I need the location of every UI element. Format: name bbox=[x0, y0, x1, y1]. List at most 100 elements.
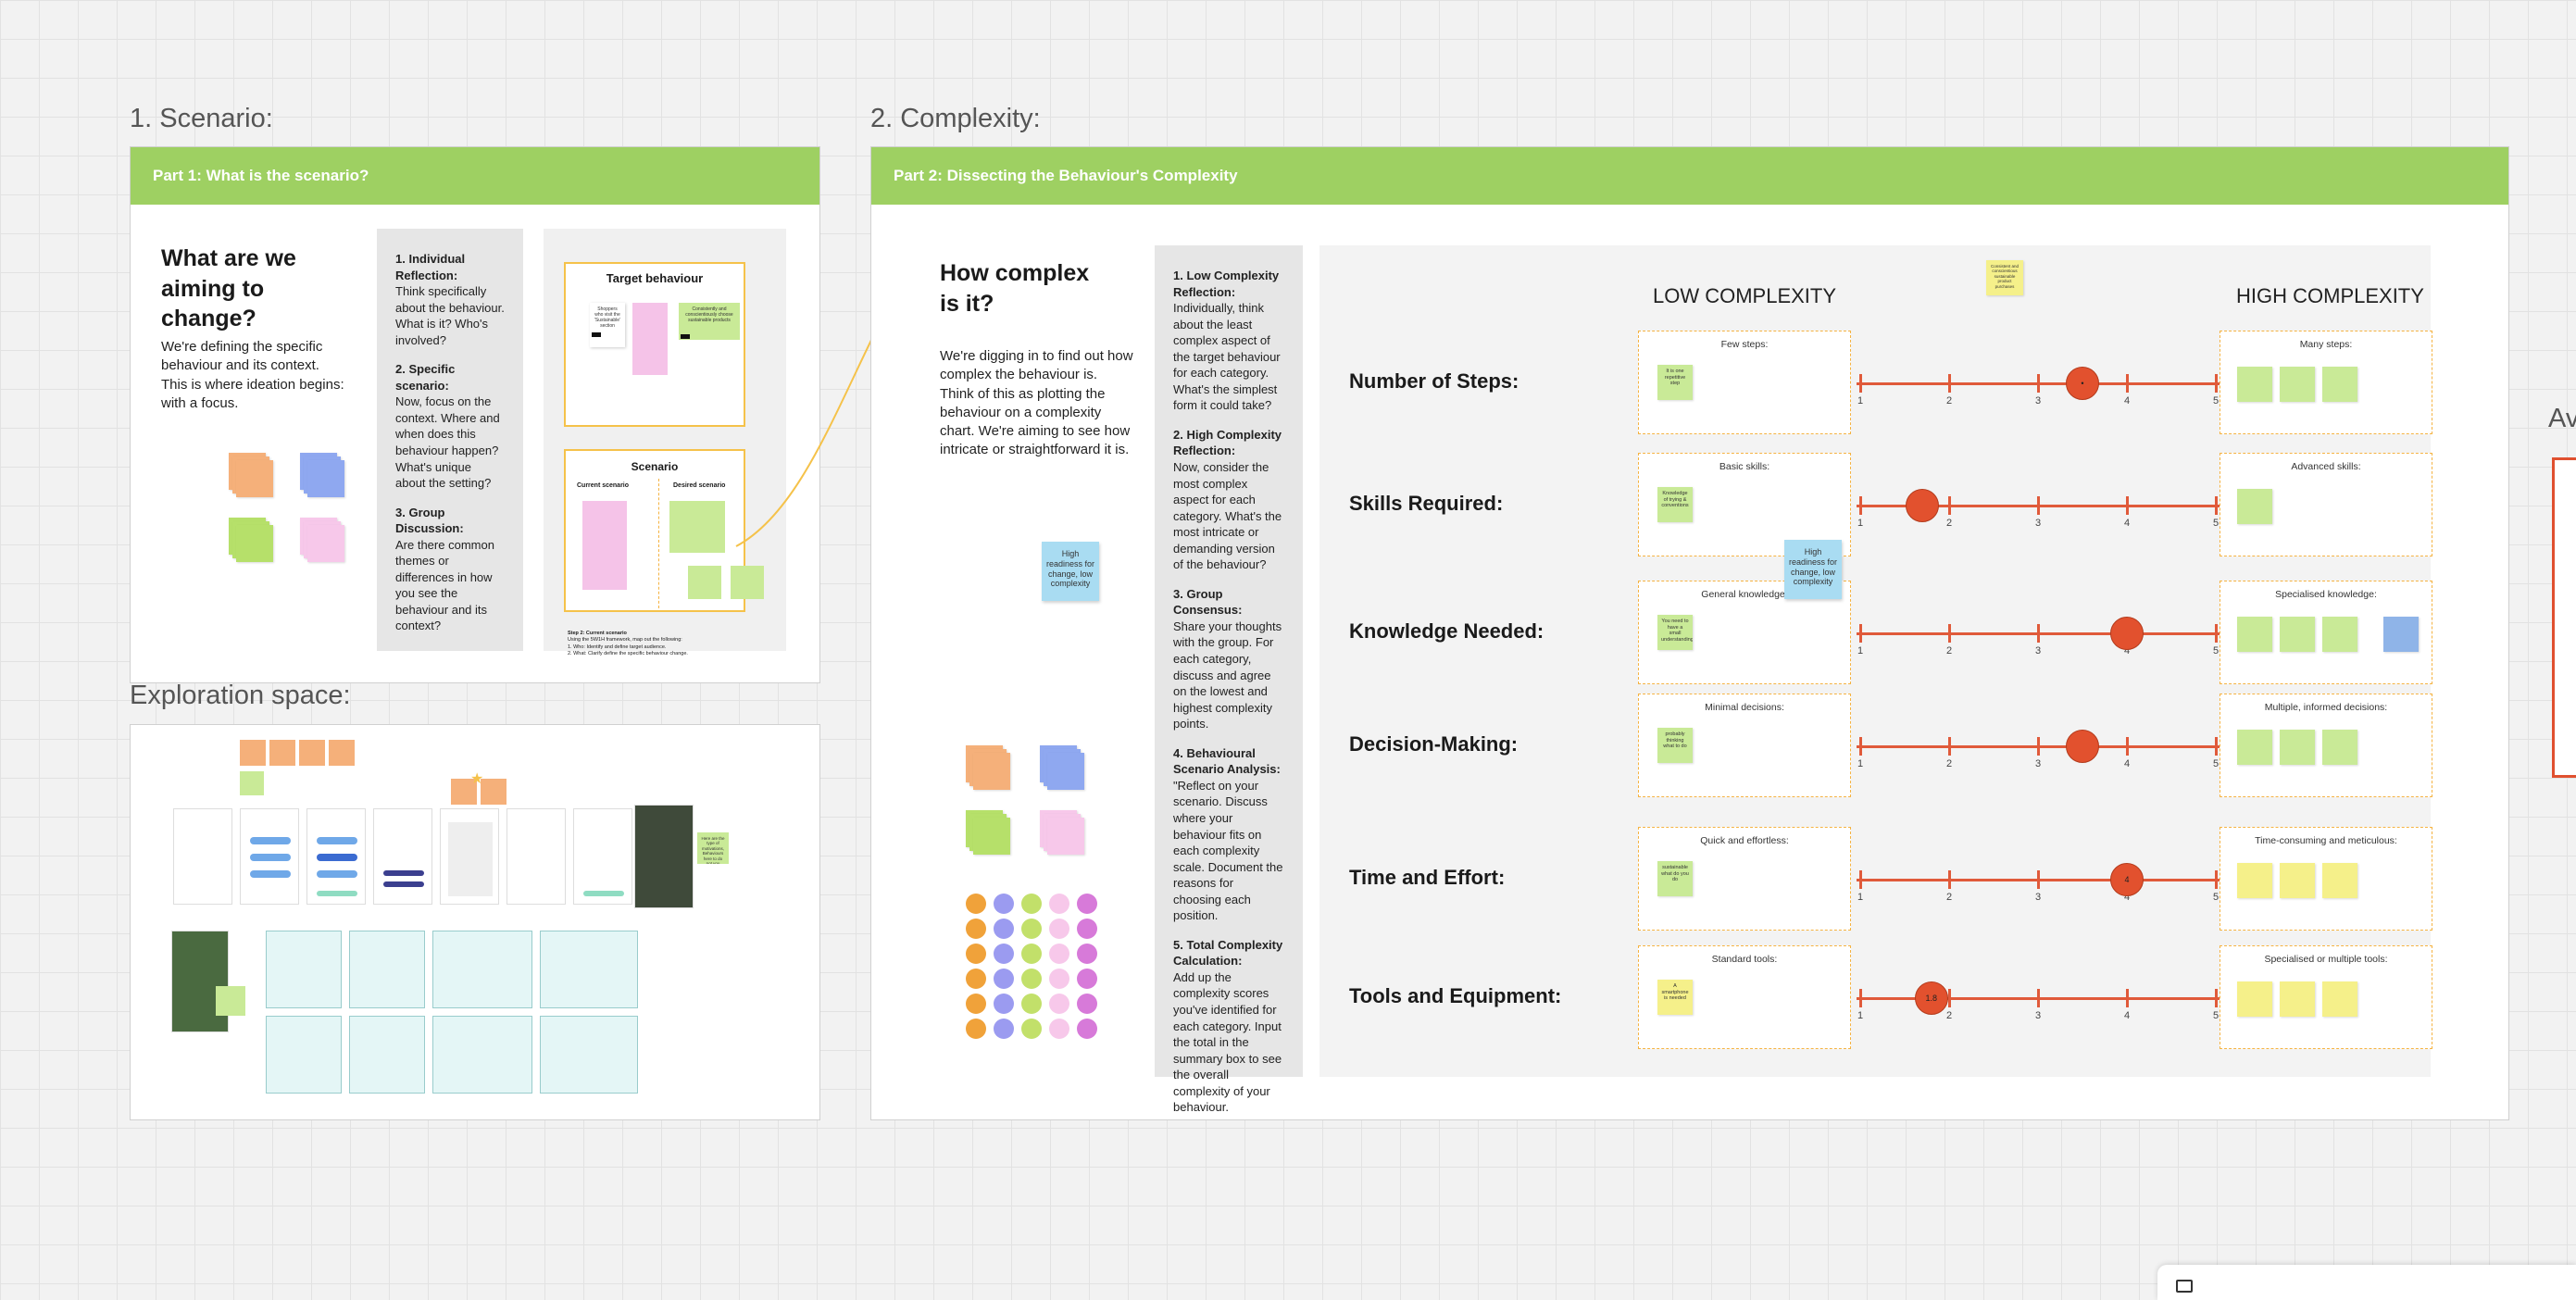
high-note[interactable] bbox=[2237, 367, 2272, 402]
high-note[interactable] bbox=[2237, 617, 2272, 652]
low-note[interactable]: Knowledge of trying & conventions bbox=[1657, 487, 1693, 522]
green-sticky[interactable] bbox=[216, 986, 245, 1016]
target-behaviour-box[interactable]: Target behaviour Shoppers who visit the … bbox=[564, 262, 745, 427]
high-note[interactable] bbox=[2280, 617, 2315, 652]
low-note[interactable]: You need to have a small understanding bbox=[1657, 615, 1693, 650]
text-card[interactable] bbox=[349, 1016, 425, 1094]
orange-sticky[interactable] bbox=[329, 740, 355, 766]
text-card[interactable] bbox=[540, 931, 638, 1008]
desired-green-note[interactable] bbox=[669, 501, 725, 553]
high-note[interactable] bbox=[2322, 367, 2357, 402]
green-sticky[interactable] bbox=[240, 771, 264, 795]
blue-note-readiness-2[interactable]: High readiness for change, low complexit… bbox=[1784, 540, 1842, 599]
scale-tick bbox=[1948, 624, 1951, 643]
high-note[interactable] bbox=[2237, 730, 2272, 765]
high-note[interactable] bbox=[2322, 617, 2357, 652]
orange-sticky[interactable] bbox=[269, 740, 295, 766]
pink-lined-note[interactable] bbox=[632, 303, 668, 375]
pink-sticky-stack[interactable] bbox=[300, 518, 356, 573]
current-pink-note[interactable] bbox=[582, 501, 627, 590]
high-note[interactable] bbox=[2322, 981, 2357, 1017]
high-note[interactable] bbox=[2280, 981, 2315, 1017]
black-label bbox=[592, 332, 601, 337]
high-complexity-box[interactable]: Many steps: bbox=[2220, 331, 2432, 434]
text-card[interactable] bbox=[266, 1016, 342, 1094]
score-marker[interactable]: 4 bbox=[2110, 863, 2144, 896]
orange-sticky[interactable] bbox=[240, 740, 266, 766]
target-note-pink[interactable]: Shoppers who visit the 'Sustainable' sec… bbox=[590, 303, 625, 347]
scale-tick bbox=[2215, 870, 2218, 889]
pink-sticky-stack[interactable] bbox=[1040, 810, 1095, 866]
high-note[interactable] bbox=[2280, 863, 2315, 898]
voting-dots[interactable] bbox=[966, 894, 1105, 1042]
bottom-toolbar[interactable] bbox=[2157, 1265, 2576, 1300]
high-note[interactable] bbox=[2280, 730, 2315, 765]
scale-tick bbox=[2037, 624, 2040, 643]
top-note[interactable]: Consistent and conscientious sustainable… bbox=[1986, 260, 2023, 295]
text-card[interactable] bbox=[349, 931, 425, 1008]
low-note[interactable]: It is one repetitive step bbox=[1657, 365, 1693, 400]
orange-sticky-stack[interactable] bbox=[966, 745, 1021, 801]
low-complexity-box[interactable]: Quick and effortless: sustainable what do… bbox=[1638, 827, 1851, 931]
photo-thumbnail[interactable] bbox=[171, 931, 229, 1032]
high-note[interactable] bbox=[2322, 863, 2357, 898]
high-note-blue[interactable] bbox=[2383, 617, 2419, 652]
text-card[interactable] bbox=[432, 1016, 532, 1094]
orange-sticky[interactable] bbox=[481, 779, 506, 805]
scale-tick bbox=[2126, 496, 2129, 515]
score-marker[interactable]: • bbox=[2066, 367, 2099, 400]
thumbnail[interactable] bbox=[506, 808, 566, 905]
exploration-frame[interactable]: ★ Here are the type of motivations, Beha… bbox=[130, 724, 820, 1120]
low-note[interactable]: probably thinking what to do bbox=[1657, 728, 1693, 763]
desired-green-note-small[interactable] bbox=[688, 566, 721, 599]
thumbnail[interactable] bbox=[240, 808, 299, 905]
text-card[interactable] bbox=[432, 931, 532, 1008]
high-note[interactable] bbox=[2280, 367, 2315, 402]
high-note[interactable] bbox=[2322, 730, 2357, 765]
scenario-box[interactable]: Scenario Current scenario Desired scenar… bbox=[564, 449, 764, 612]
calendar-icon[interactable] bbox=[2176, 1280, 2193, 1293]
thumbnail[interactable] bbox=[173, 808, 232, 905]
low-complexity-box[interactable]: Standard tools: A smartphone is needed bbox=[1638, 945, 1851, 1049]
scenario-frame[interactable]: Part 1: What is the scenario? What are w… bbox=[130, 146, 820, 683]
high-complexity-box[interactable]: Advanced skills: bbox=[2220, 453, 2432, 556]
low-complexity-box[interactable]: Minimal decisions: probably thinking what… bbox=[1638, 694, 1851, 797]
blue-note-readiness[interactable]: High readiness for change, low complexit… bbox=[1042, 542, 1099, 601]
next-frame-peek[interactable] bbox=[2552, 457, 2576, 778]
high-complexity-box[interactable]: Specialised or multiple tools: bbox=[2220, 945, 2432, 1049]
score-marker[interactable] bbox=[2110, 617, 2144, 650]
thumbnail[interactable] bbox=[573, 808, 632, 905]
photo-thumbnail[interactable] bbox=[634, 805, 694, 908]
score-marker[interactable] bbox=[2066, 730, 2099, 763]
complexity-chart[interactable]: Consistent and conscientious sustainable… bbox=[1319, 245, 2432, 1077]
green-sticky-stack[interactable] bbox=[966, 810, 1021, 866]
thumbnail[interactable] bbox=[440, 808, 499, 905]
exploration-note[interactable]: Here are the type of motivations, Behavi… bbox=[697, 832, 729, 864]
complexity-frame[interactable]: Part 2: Dissecting the Behaviour's Compl… bbox=[870, 146, 2509, 1120]
low-note[interactable]: A smartphone is needed bbox=[1657, 980, 1693, 1015]
desired-green-note-small[interactable] bbox=[731, 566, 764, 599]
orange-sticky-stack[interactable] bbox=[229, 453, 284, 508]
orange-sticky[interactable] bbox=[299, 740, 325, 766]
thumbnail[interactable] bbox=[306, 808, 366, 905]
high-note[interactable] bbox=[2237, 863, 2272, 898]
score-marker[interactable] bbox=[1906, 489, 1940, 522]
high-complexity-box[interactable]: Multiple, informed decisions: bbox=[2220, 694, 2432, 797]
text-card[interactable] bbox=[540, 1016, 638, 1094]
high-complexity-box[interactable]: Specialised knowledge: bbox=[2220, 581, 2432, 684]
low-note[interactable]: sustainable what do you do bbox=[1657, 861, 1693, 896]
green-sticky-stack[interactable] bbox=[229, 518, 284, 573]
blue-sticky-stack[interactable] bbox=[300, 453, 356, 508]
text-card[interactable] bbox=[266, 931, 342, 1008]
high-note[interactable] bbox=[2237, 981, 2272, 1017]
scenario-banner: Part 1: What is the scenario? bbox=[131, 147, 819, 205]
scale-tick bbox=[2037, 989, 2040, 1007]
score-marker[interactable]: 1.8 bbox=[1914, 981, 1948, 1015]
low-complexity-box[interactable]: Few steps: It is one repetitive step bbox=[1638, 331, 1851, 434]
high-caption: Specialised knowledge: bbox=[2275, 589, 2377, 600]
blue-sticky-stack[interactable] bbox=[1040, 745, 1095, 801]
thumbnail[interactable] bbox=[373, 808, 432, 905]
scale-tick bbox=[2126, 374, 2129, 393]
high-complexity-box[interactable]: Time-consuming and meticulous: bbox=[2220, 827, 2432, 931]
high-note[interactable] bbox=[2237, 489, 2272, 524]
